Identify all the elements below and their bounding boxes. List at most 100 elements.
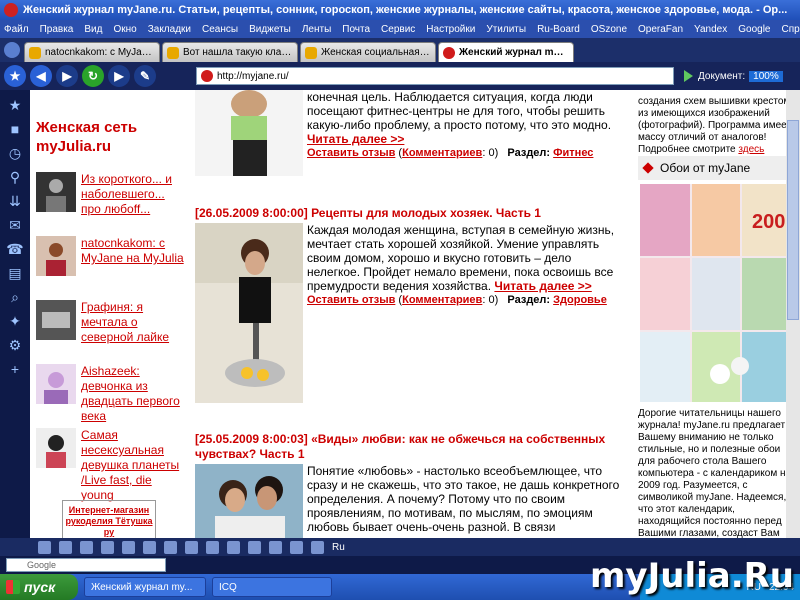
notes-icon[interactable]: ■ [4, 118, 26, 140]
comments-link[interactable]: Комментариев [402, 147, 482, 159]
menu-service[interactable]: Сервис [381, 24, 415, 35]
menu-bar: Файл Правка Вид Окно Закладки Сеансы Вид… [0, 20, 800, 38]
zoom-level[interactable]: 100% [749, 70, 783, 82]
shop-banner[interactable]: Интернет-магазин рукоделия Тётушка ру [62, 500, 156, 538]
contacts-icon[interactable]: ☎ [4, 238, 26, 260]
menu-mail[interactable]: Почта [342, 24, 370, 35]
article-title-text[interactable]: Рецепты для молодых хозяек. Часть 1 [311, 206, 541, 220]
section-link[interactable]: Здоровье [553, 294, 607, 306]
keyboard-icon[interactable] [311, 540, 324, 554]
menu-oszone[interactable]: OSzone [591, 24, 627, 35]
menu-feeds[interactable]: Ленты [302, 24, 331, 35]
article-body: Понятие «любовь» - настолько всеобъемлющ… [307, 464, 625, 534]
stop-icon[interactable]: ▶ [108, 65, 130, 87]
leave-review-link[interactable]: Оставить отзыв [307, 147, 395, 159]
tab-menu-icon[interactable] [4, 42, 20, 58]
language-indicator[interactable]: Ru [332, 542, 345, 553]
menu-google[interactable]: Google [738, 24, 770, 35]
menu-operafan[interactable]: OperaFan [638, 24, 683, 35]
document-status: Документ: 100% [684, 68, 796, 84]
menu-file[interactable]: Файл [4, 24, 29, 35]
left-column: Женская сеть myJulia.ru Из короткого... … [36, 118, 186, 502]
settings-icon[interactable]: ⚙ [4, 334, 26, 356]
read-more-link[interactable]: Читать далее >> [307, 132, 404, 146]
chat-icon[interactable]: ✦ [4, 310, 26, 332]
tab-social[interactable]: Женская социальная с... [300, 42, 436, 62]
article-title[interactable]: [25.05.2009 8:00:03] «Виды» любви: как н… [195, 432, 625, 462]
taskbar-item-opera[interactable]: Женский журнал my... [84, 577, 206, 597]
list-item[interactable]: Из короткого... и наболевшего... про люб… [36, 172, 186, 226]
list-item-link[interactable]: Из короткого... и наболевшего... про люб… [81, 172, 186, 226]
article-body: Каждая молодая женщина, вступая в семейн… [307, 223, 625, 307]
font-icon[interactable] [122, 540, 135, 554]
menu-view[interactable]: Вид [84, 24, 102, 35]
list-item-link[interactable]: Графиня: я мечтала о северной лайке [81, 300, 186, 354]
section-link[interactable]: Фитнес [553, 147, 593, 159]
list-item[interactable]: Самая несексуальная девушка планеты /Liv… [36, 428, 186, 502]
menu-widgets[interactable]: Виджеты [249, 24, 291, 35]
list-icon[interactable] [143, 540, 156, 554]
search-icon[interactable]: ⌕ [4, 286, 26, 308]
paste-icon[interactable] [248, 540, 261, 554]
start-button[interactable]: пуск [0, 574, 78, 600]
list-item-link[interactable]: natocnkakom: с MyJane на MyJulia [81, 236, 186, 290]
menu-help[interactable]: Справка [781, 24, 800, 35]
tab-natocnkakom[interactable]: natocnkakom: с MyJane... [24, 42, 160, 62]
tool-icon[interactable] [164, 540, 177, 554]
forward-icon[interactable]: ▶ [56, 65, 78, 87]
menu-yandex[interactable]: Yandex [694, 24, 727, 35]
person-icon[interactable] [290, 540, 303, 554]
comments-link[interactable]: Комментариев [402, 294, 482, 306]
leave-review-link[interactable]: Оставить отзыв [307, 294, 395, 306]
wallpaper-calendar-image[interactable]: 2009 [640, 184, 796, 402]
windows-icon[interactable]: ▤ [4, 262, 26, 284]
love-photo [195, 464, 303, 538]
hash-icon[interactable] [38, 540, 51, 554]
menu-window[interactable]: Окно [113, 24, 136, 35]
list-item[interactable]: natocnkakom: с MyJane на MyJulia [36, 236, 186, 290]
links-icon[interactable]: ⚲ [4, 166, 26, 188]
grid-icon[interactable] [80, 540, 93, 554]
menu-bookmarks[interactable]: Закладки [148, 24, 191, 35]
edit-icon[interactable] [185, 540, 198, 554]
add-panel-icon[interactable]: + [4, 358, 26, 380]
google-search-input[interactable]: Google [6, 558, 166, 572]
menu-settings[interactable]: Настройки [426, 24, 475, 35]
menu-ruboard[interactable]: Ru-Board [537, 24, 580, 35]
mail-icon[interactable]: ✉ [4, 214, 26, 236]
tab-label: natocnkakom: с MyJane... [45, 47, 155, 58]
globe-icon[interactable] [227, 540, 240, 554]
address-field[interactable]: http://myjane.ru/ [196, 67, 674, 85]
history-icon[interactable]: ◷ [4, 142, 26, 164]
image-icon[interactable] [101, 540, 114, 554]
reload-icon[interactable]: ↻ [82, 65, 104, 87]
promo-link[interactable]: здесь [738, 144, 764, 155]
document-label: Документ: [698, 70, 746, 82]
list-item-link[interactable]: Aishazeek: девчонка из двадцать первого … [81, 364, 186, 423]
scrollbar-thumb[interactable] [787, 120, 799, 320]
avatar [36, 364, 76, 404]
avatar [36, 300, 76, 340]
go-icon[interactable] [684, 70, 693, 82]
read-more-link[interactable]: Читать далее >> [494, 279, 591, 293]
network-heading[interactable]: Женская сеть myJulia.ru [36, 118, 186, 156]
menu-edit[interactable]: Правка [40, 24, 74, 35]
tab-class[interactable]: Вот нашла такую клас... [162, 42, 298, 62]
wand-icon[interactable]: ✎ [134, 65, 156, 87]
vertical-scrollbar[interactable] [786, 90, 800, 538]
menu-sessions[interactable]: Сеансы [202, 24, 238, 35]
note-icon[interactable] [269, 540, 282, 554]
list-item[interactable]: Aishazeek: девчонка из двадцать первого … [36, 364, 186, 423]
tab-myjane[interactable]: Женский журнал myJa... [438, 42, 574, 62]
bookmarks-icon[interactable]: ★ [4, 94, 26, 116]
article-title[interactable]: [26.05.2009 8:00:00] Рецепты для молодых… [195, 206, 625, 221]
list-item-link[interactable]: Самая несексуальная девушка планеты /Liv… [81, 428, 186, 502]
back-icon[interactable]: ◀ [30, 65, 52, 87]
list-item[interactable]: Графиня: я мечтала о северной лайке [36, 300, 186, 354]
taskbar-item-icq[interactable]: ICQ [212, 577, 332, 597]
downloads-icon[interactable]: ⇊ [4, 190, 26, 212]
star-icon[interactable]: ★ [4, 65, 26, 87]
chat-icon[interactable] [59, 540, 72, 554]
link-icon[interactable] [206, 540, 219, 554]
menu-utilities[interactable]: Утилиты [486, 24, 526, 35]
